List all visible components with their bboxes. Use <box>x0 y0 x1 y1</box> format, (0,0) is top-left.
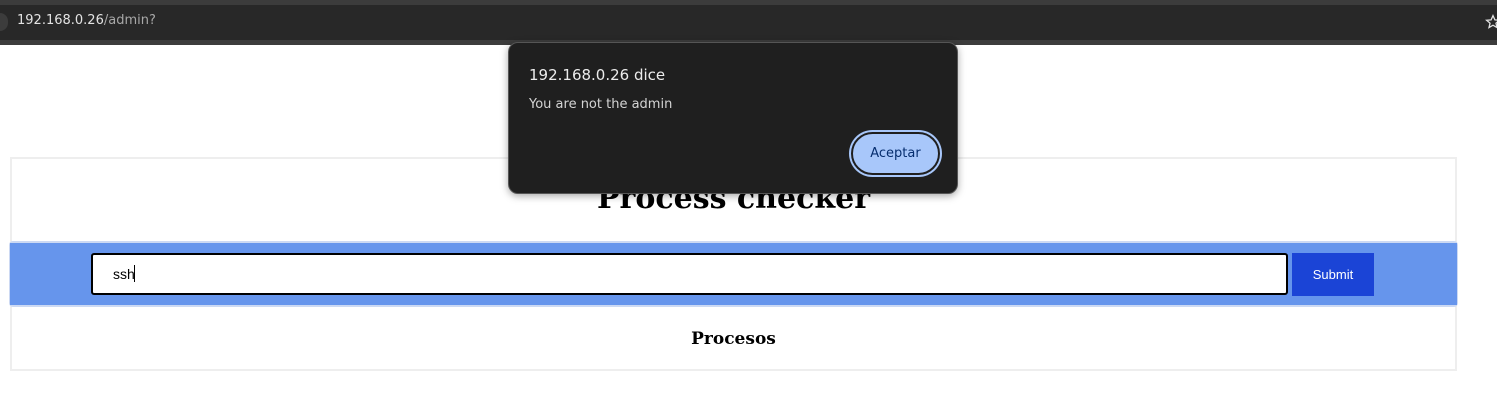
process-search-input[interactable] <box>91 253 1288 295</box>
dialog-title: 192.168.0.26 dice <box>529 66 666 84</box>
submit-button[interactable]: Submit <box>1292 253 1374 296</box>
accept-button[interactable]: Aceptar <box>851 132 940 175</box>
url-text[interactable]: 192.168.0.26/admin? <box>17 13 156 28</box>
url-host: 192.168.0.26 <box>17 13 104 28</box>
url-path: /admin? <box>103 13 156 28</box>
star-icon[interactable] <box>1485 12 1497 32</box>
site-info-button[interactable] <box>0 13 8 31</box>
processes-heading: Procesos <box>691 329 776 349</box>
text-caret <box>134 265 135 282</box>
alert-dialog: 192.168.0.26 dice You are not the admin … <box>508 42 958 194</box>
address-bar[interactable]: 192.168.0.26/admin? <box>0 5 1497 40</box>
dialog-message: You are not the admin <box>529 97 673 112</box>
